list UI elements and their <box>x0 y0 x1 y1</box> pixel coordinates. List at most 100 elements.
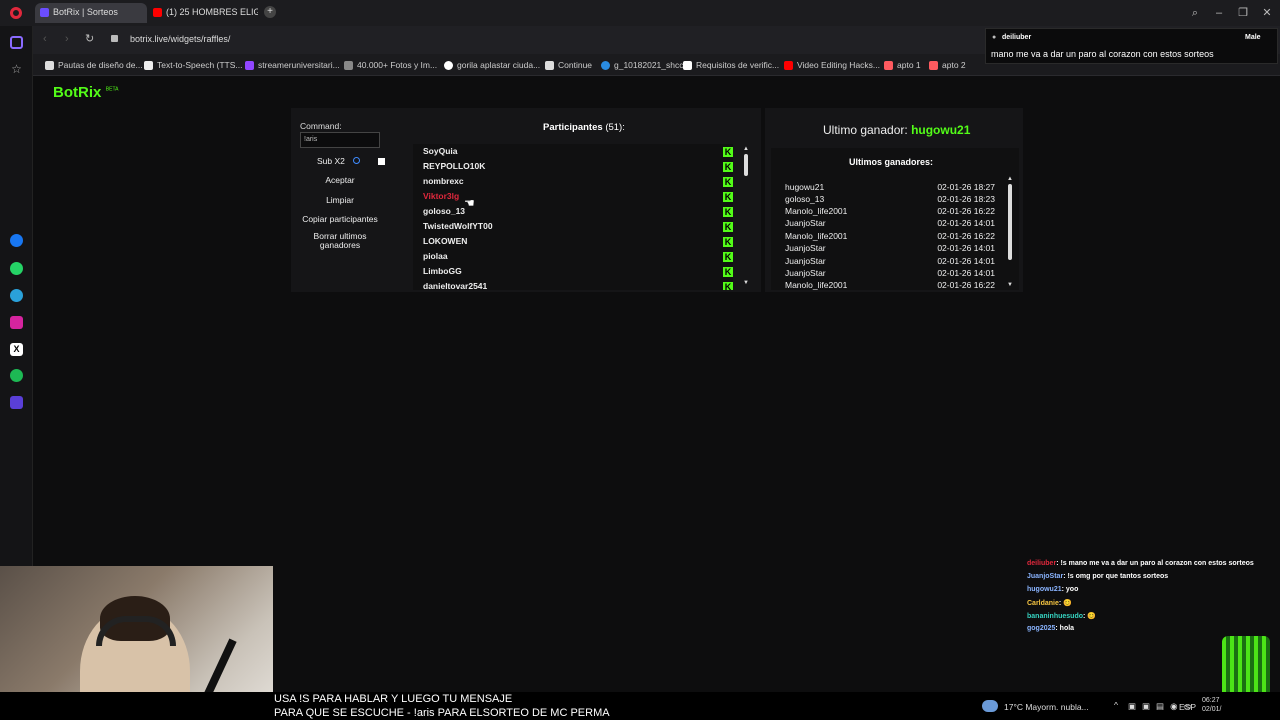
logo-beta-badge: BETA <box>105 86 119 93</box>
stream-chat: deiliuber: !s mano me va a dar un paro a… <box>1027 560 1280 640</box>
whatsapp-icon[interactable] <box>10 262 23 275</box>
winner-date: 02-01-26 14:01 <box>937 218 995 228</box>
bookmark-9[interactable]: Video Editing Hacks... <box>784 57 880 73</box>
delete-winners-button[interactable]: Borrar ultimos ganadores <box>299 232 381 250</box>
accept-button[interactable]: Aceptar <box>299 175 381 185</box>
winners-list-title: Ultimos ganadores: <box>849 157 934 167</box>
scroll-down-icon[interactable]: ▼ <box>1007 282 1013 288</box>
maximize-icon[interactable]: ❐ <box>1236 6 1250 20</box>
winner-row: hugowu21 02-01-26 18:27 <box>785 181 995 193</box>
bookmark-10[interactable]: apto 1 <box>884 57 921 73</box>
close-window-icon[interactable]: ✕ <box>1260 6 1274 20</box>
participants-title-text: Participantes <box>543 122 603 133</box>
bookmark-3[interactable]: streameruniversitari... <box>245 57 340 73</box>
search-tabs-icon[interactable]: ⌕ <box>1188 6 1202 20</box>
scroll-down-icon[interactable]: ▼ <box>743 280 749 286</box>
bookmark-5[interactable]: gorila aplastar ciuda... <box>444 57 540 73</box>
winner-name: JuanjoStar <box>785 218 826 228</box>
reload-icon[interactable]: ↻ <box>85 32 94 45</box>
x-icon[interactable]: X <box>10 343 23 356</box>
chat-text: : 😊 <box>1083 613 1096 620</box>
back-icon[interactable]: ‹ <box>43 33 47 45</box>
clear-button[interactable]: Limpiar <box>299 195 381 205</box>
messenger-icon[interactable] <box>10 234 23 247</box>
bookmark-1[interactable]: Pautas de diseño de... <box>45 57 143 73</box>
participant-row[interactable]: TwistedWolfYT00 K <box>423 219 733 234</box>
participant-name: Viktor3lg <box>423 191 460 201</box>
airbnb-icon <box>884 61 893 70</box>
instagram-icon[interactable] <box>10 316 23 329</box>
bookmark-6[interactable]: Continue <box>545 57 592 73</box>
bookmark-2[interactable]: Text-to-Speech (TTS... <box>144 57 243 73</box>
participant-name: SoyQuia <box>423 146 458 156</box>
bookmark-label: Text-to-Speech (TTS... <box>157 60 243 70</box>
winner-row: Manolo_life2001 02-01-26 16:22 <box>785 279 995 291</box>
chat-text: : !s mano me va a dar un paro al corazon… <box>1056 560 1254 567</box>
clock[interactable]: 06:27 02/01/ <box>1202 696 1221 714</box>
bookmark-label: gorila aplastar ciuda... <box>457 60 541 70</box>
winner-name: Manolo_life2001 <box>785 206 848 216</box>
participant-row[interactable]: nombrexc K <box>423 174 733 189</box>
youtube-icon <box>784 61 793 70</box>
info-icon[interactable] <box>353 157 361 164</box>
participant-row[interactable]: LimboGG K <box>423 264 733 279</box>
minimize-icon[interactable]: – <box>1212 6 1226 20</box>
participant-row[interactable]: LOKOWEN K <box>423 234 733 249</box>
url-field[interactable]: botrix.live/widgets/raffles/ <box>130 34 230 44</box>
botrix-logo[interactable]: BotRix BETA <box>53 84 119 102</box>
weather-icon[interactable] <box>982 700 998 712</box>
participant-name: REYPOLLO10K <box>423 161 486 171</box>
scroll-up-icon[interactable]: ▲ <box>1007 176 1013 182</box>
participants-panel: Participantes (51): SoyQuia K REYPOLLO10K… <box>391 108 761 292</box>
doc-icon <box>545 61 554 70</box>
participants-title: Participantes (51): <box>543 122 625 133</box>
language-indicator[interactable]: ESP <box>1179 702 1196 712</box>
participant-row[interactable]: SoyQuia K <box>423 144 733 159</box>
bookmark-11[interactable]: apto 2 <box>929 57 966 73</box>
participant-row[interactable]: piolaa K <box>423 249 733 264</box>
kick-icon: K <box>723 147 733 157</box>
airbnb-icon <box>929 61 938 70</box>
winner-name: JuanjoStar <box>785 243 826 253</box>
weather-text[interactable]: 17°C Mayorm. nubla... <box>1004 702 1089 712</box>
tab-youtube[interactable]: (1) 25 HOMBRES ELIGEN P <box>148 3 258 23</box>
home-icon[interactable] <box>10 36 23 49</box>
winners-scrollbar[interactable]: ▲ ▼ <box>1007 176 1013 288</box>
forward-icon[interactable]: › <box>65 33 69 45</box>
participants-scrollbar[interactable]: ▲ ▼ <box>743 146 749 286</box>
new-tab-button[interactable]: + <box>264 6 276 18</box>
chat-user: deiliuber <box>1027 560 1057 567</box>
participant-row[interactable]: danieltovar2541 K <box>423 279 733 290</box>
tray-chevron-icon[interactable]: ^ <box>1114 700 1118 710</box>
bookmark-7[interactable]: g_10182021_shcc <box>601 57 683 73</box>
tab-botrix[interactable]: BotRix | Sorteos <box>35 3 147 23</box>
kick-icon: K <box>723 177 733 187</box>
chat-text: : yoo <box>1061 586 1079 593</box>
participants-list[interactable]: SoyQuia K REYPOLLO10K K nombrexc K Viktor3l… <box>413 144 733 290</box>
telegram-icon[interactable] <box>10 289 23 302</box>
scroll-up-icon[interactable]: ▲ <box>743 146 749 152</box>
bookmark-label: apto 1 <box>897 60 921 70</box>
winner-date: 02-01-26 16:22 <box>937 280 995 290</box>
participant-row[interactable]: REYPOLLO10K K <box>423 159 733 174</box>
bookmark-8[interactable]: Requisitos de verific... <box>683 57 779 73</box>
sub-x2-label: Sub X2 <box>317 156 361 166</box>
spotify-icon[interactable] <box>10 369 23 382</box>
sub-x2-checkbox[interactable] <box>378 158 385 165</box>
copy-participants-button[interactable]: Copiar participantes <box>299 214 381 224</box>
chat-notification: ● deiliuber Male mano me va a dar un par… <box>985 28 1278 64</box>
chat-user: Carldanie <box>1027 600 1059 607</box>
lock-icon <box>111 35 118 42</box>
chat-user: gog2025 <box>1027 625 1056 632</box>
scroll-thumb[interactable] <box>744 154 748 176</box>
kick-icon: K <box>723 192 733 202</box>
star-icon[interactable]: ☆ <box>10 63 23 76</box>
opera-logo-icon[interactable] <box>10 7 22 19</box>
scroll-thumb[interactable] <box>1008 184 1012 260</box>
player-icon[interactable] <box>10 396 23 409</box>
edge-icon <box>601 61 610 70</box>
command-input[interactable]: !aris <box>300 132 380 148</box>
clock-date: 02/01/ <box>1202 706 1222 713</box>
bookmark-4[interactable]: 40.000+ Fotos y Im... <box>344 57 437 73</box>
winner-row: goloso_13 02-01-26 18:23 <box>785 193 995 205</box>
